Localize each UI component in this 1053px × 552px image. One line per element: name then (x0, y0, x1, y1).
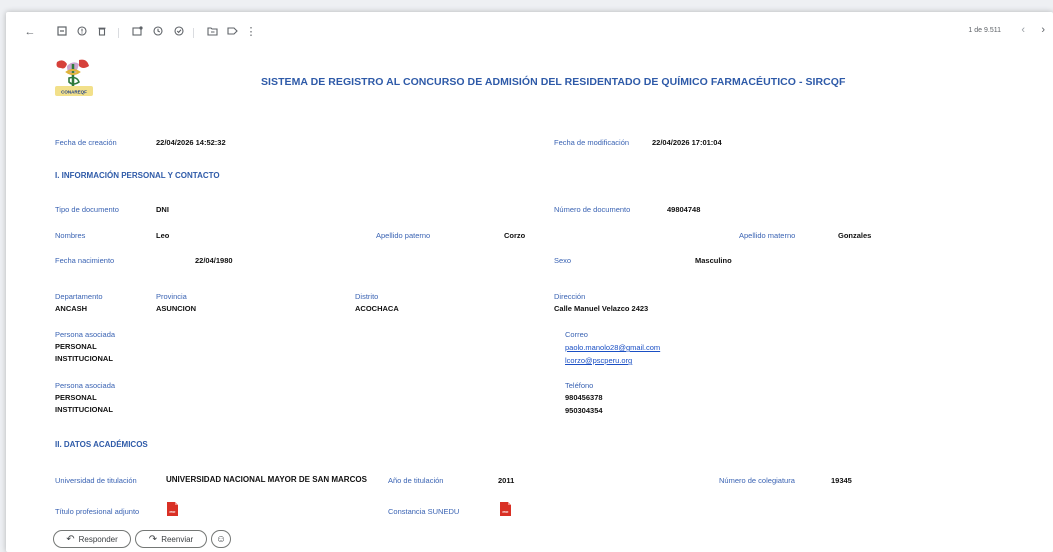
toolbar: ← ⋮ 1 de 9.511 ‹ › (6, 12, 1053, 52)
emoji-reaction-button[interactable]: ☺ (211, 530, 231, 548)
persona-asociada-label-2: Persona asociada (55, 381, 116, 390)
direccion-value: Calle Manuel Velazco 2423 (554, 304, 649, 313)
numero-documento-label: Número de documento (554, 205, 631, 214)
svg-text:PDF: PDF (503, 510, 509, 514)
delete-icon[interactable] (95, 26, 109, 40)
fecha-modificacion-value: 22/04/2026 17:01:04 (652, 138, 722, 147)
provincia-label: Provincia (156, 292, 187, 301)
reply-button[interactable]: ↶ Responder (53, 530, 131, 548)
email-viewer: ← ⋮ 1 de 9.511 ‹ › CONAREQF SISTEMA DE R… (6, 12, 1053, 552)
telefono-value-2: 950304354 (565, 406, 603, 415)
apellido-paterno-value: Corzo (504, 231, 526, 240)
emoji-icon: ☺ (215, 533, 227, 545)
departamento-value: ANCASH (55, 304, 88, 313)
persona-asociada-line2: INSTITUCIONAL (55, 354, 113, 363)
titulo-adjunto-label: Título profesional adjunto (55, 507, 140, 516)
logo-text: CONAREQF (61, 90, 87, 95)
toolbar-divider (193, 28, 194, 38)
section-academic-heading: II. DATOS ACADÉMICOS (55, 440, 148, 449)
sexo-label: Sexo (554, 256, 572, 265)
departamento-label: Departamento (55, 292, 103, 301)
back-arrow-icon[interactable]: ← (23, 26, 37, 40)
persona-asociada-label: Persona asociada (55, 330, 116, 339)
apellido-materno-label: Apellido materno (739, 231, 796, 240)
correo-link-2[interactable]: lcorzo@pscperu.org (565, 356, 632, 365)
distrito-value: ACOCHACA (355, 304, 399, 313)
persona-asociada-line1: PERSONAL (55, 342, 97, 351)
archive-icon[interactable] (55, 26, 69, 40)
fecha-nacimiento-label: Fecha nacimiento (55, 256, 115, 265)
forward-label: Reenviar (161, 534, 194, 544)
colegiatura-value: 19345 (831, 476, 852, 485)
sexo-value: Masculino (695, 256, 732, 265)
mark-unread-icon[interactable] (130, 26, 144, 40)
telefono-label: Teléfono (565, 381, 594, 390)
provincia-value: ASUNCION (156, 304, 197, 313)
forward-icon: ↷ (148, 533, 158, 545)
report-spam-icon[interactable] (75, 26, 89, 40)
colegiatura-label: Número de colegiatura (719, 476, 795, 485)
reply-label: Responder (78, 534, 118, 544)
constancia-pdf-icon[interactable]: PDF (500, 502, 511, 516)
tipo-documento-label: Tipo de documento (55, 205, 119, 214)
add-task-icon[interactable] (172, 26, 186, 40)
move-to-icon[interactable] (205, 26, 219, 40)
anio-titulacion-value: 2011 (498, 476, 515, 485)
label-icon[interactable] (225, 26, 239, 40)
toolbar-divider (118, 28, 119, 38)
forward-button[interactable]: ↷ Reenviar (135, 530, 207, 548)
persona-asociada-2-line2: INSTITUCIONAL (55, 405, 113, 414)
distrito-label: Distrito (355, 292, 379, 301)
anio-titulacion-label: Año de titulación (388, 476, 444, 485)
apellido-materno-value: Gonzales (838, 231, 872, 240)
fecha-nacimiento-value: 22/04/1980 (195, 256, 233, 265)
fecha-creacion-value: 22/04/2026 14:52:32 (156, 138, 226, 147)
more-icon[interactable]: ⋮ (244, 26, 258, 40)
reply-icon: ↶ (66, 533, 75, 545)
constancia-label: Constancia SUNEDU (388, 507, 460, 516)
persona-asociada-2-line1: PERSONAL (55, 393, 97, 402)
titulo-pdf-icon[interactable]: PDF (167, 502, 178, 516)
fecha-modificacion-label: Fecha de modificación (554, 138, 630, 147)
tipo-documento-value: DNI (156, 205, 169, 214)
universidad-value: UNIVERSIDAD NACIONAL MAYOR DE SAN MARCOS (166, 475, 367, 484)
conareqf-logo: CONAREQF (53, 56, 95, 100)
correo-link-1[interactable]: paolo.manolo28@gmail.com (565, 343, 660, 352)
email-title: SISTEMA DE REGISTRO AL CONCURSO DE ADMIS… (261, 76, 846, 88)
next-email-icon[interactable]: › (1041, 24, 1045, 36)
apellido-paterno-label: Apellido paterno (376, 231, 431, 240)
fecha-creacion-label: Fecha de creación (55, 138, 117, 147)
section-personal-info-heading: I. INFORMACIÓN PERSONAL Y CONTACTO (55, 171, 220, 180)
direccion-label: Dirección (554, 292, 586, 301)
snooze-icon[interactable] (151, 26, 165, 40)
nombres-value: Leo (156, 231, 170, 240)
pager-count: 1 de 9.511 (968, 27, 1001, 34)
telefono-value-1: 980456378 (565, 393, 603, 402)
correo-label: Correo (565, 330, 588, 339)
universidad-label: Universidad de titulación (55, 476, 137, 485)
prev-email-icon[interactable]: ‹ (1021, 24, 1025, 36)
nombres-label: Nombres (55, 231, 86, 240)
svg-text:PDF: PDF (170, 510, 176, 514)
numero-documento-value: 49804748 (667, 205, 701, 214)
